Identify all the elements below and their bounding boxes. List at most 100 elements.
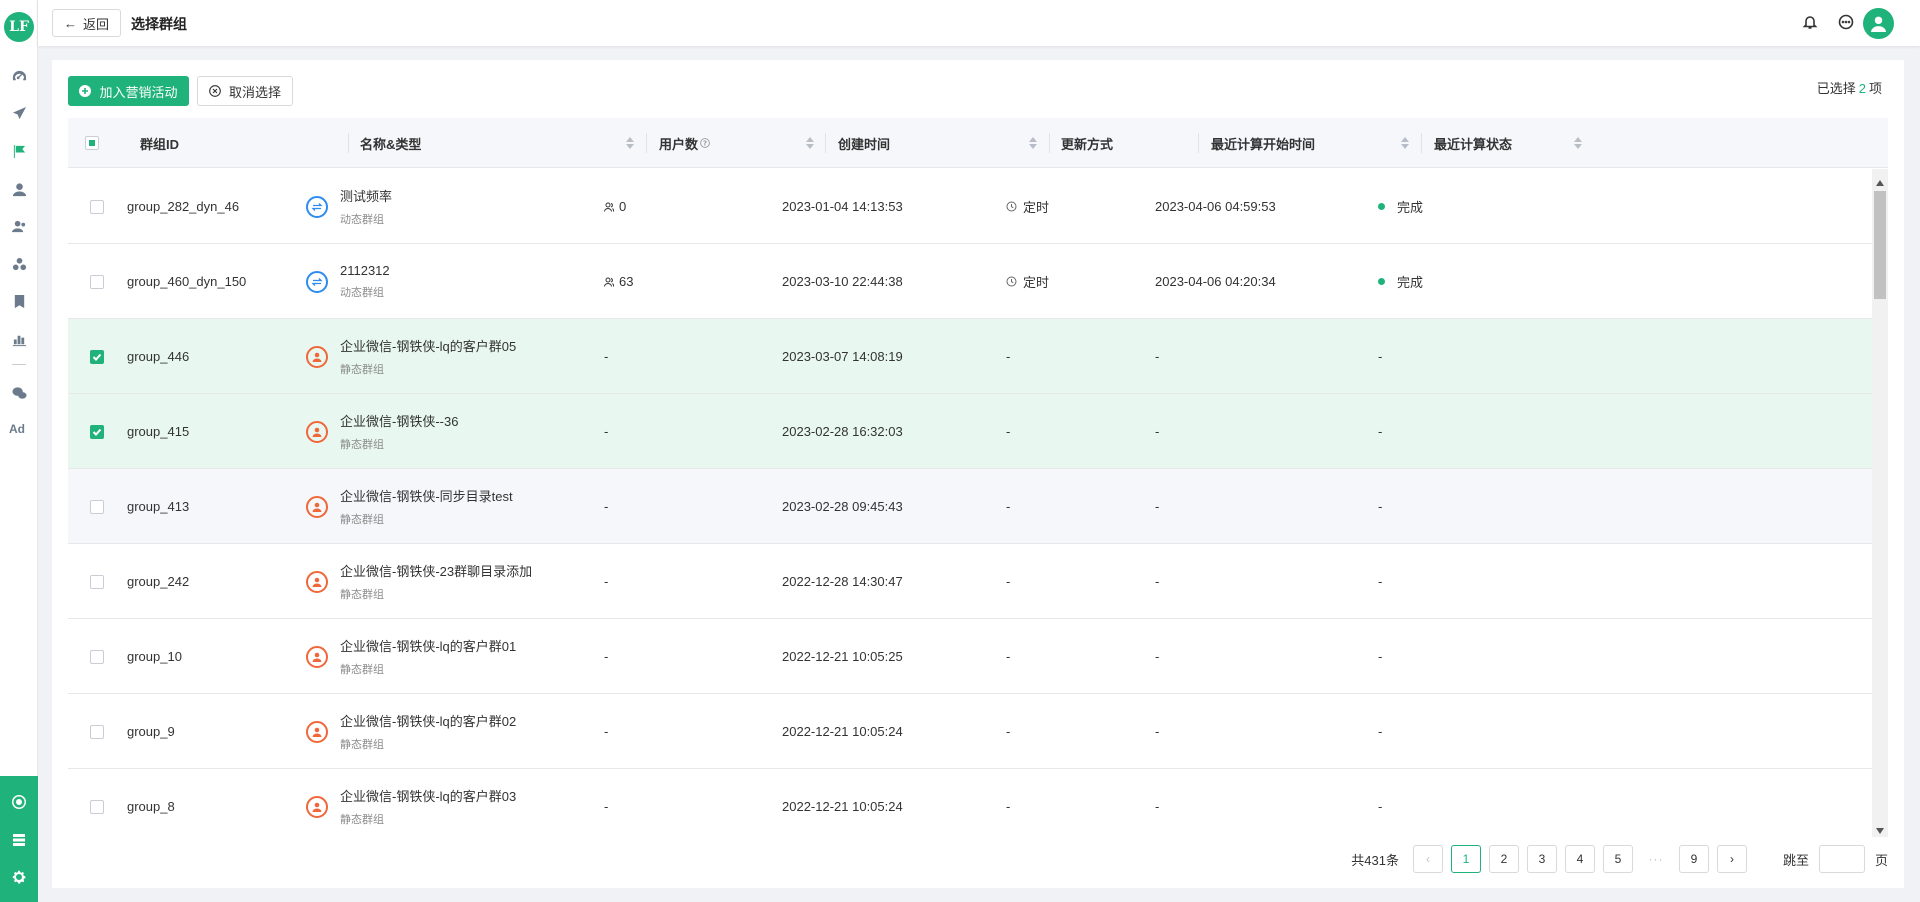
bell-icon[interactable] bbox=[1802, 14, 1820, 32]
settings-icon[interactable] bbox=[10, 868, 28, 886]
table-row[interactable]: group_282_dyn_46 测试频率 动态群组 0 2023-01-04 14:1… bbox=[68, 169, 1872, 244]
scroll-up-arrow[interactable] bbox=[1876, 175, 1884, 186]
row-checkbox[interactable] bbox=[90, 649, 104, 664]
row-checkbox-cell[interactable] bbox=[90, 544, 104, 619]
logo[interactable]: LF bbox=[4, 12, 34, 42]
row-checkbox-cell[interactable] bbox=[90, 694, 104, 769]
page-button[interactable]: 4 bbox=[1564, 845, 1595, 873]
row-checkbox[interactable] bbox=[90, 799, 104, 814]
next-page-button[interactable]: › bbox=[1716, 845, 1747, 873]
row-checkbox-cell[interactable] bbox=[90, 769, 104, 837]
ad-nav-item[interactable]: Ad bbox=[9, 422, 31, 436]
table-scrollbar[interactable] bbox=[1872, 169, 1888, 837]
bookmark-icon[interactable] bbox=[9, 291, 29, 311]
bar-chart-icon[interactable] bbox=[9, 329, 29, 349]
update-mode: - bbox=[1006, 724, 1011, 739]
calc-status: - bbox=[1378, 499, 1383, 514]
static-group-icon bbox=[306, 795, 328, 818]
scroll-down-arrow[interactable] bbox=[1876, 823, 1884, 834]
server-icon[interactable] bbox=[10, 831, 28, 849]
message-icon[interactable] bbox=[1838, 14, 1856, 32]
update-mode-cell: 定时 bbox=[1006, 244, 1049, 319]
last-calc-time: - bbox=[1155, 799, 1160, 814]
page-button[interactable]: 1 bbox=[1450, 845, 1481, 873]
close-circle-icon bbox=[209, 85, 221, 97]
select-all-checkbox[interactable] bbox=[85, 136, 99, 150]
column-header-last-calc[interactable]: 最近计算开始时间 bbox=[1211, 118, 1315, 168]
row-checkbox[interactable] bbox=[90, 724, 104, 739]
page-button[interactable]: 3 bbox=[1526, 845, 1557, 873]
users-header-label: 用户数 bbox=[659, 136, 699, 152]
flag-icon[interactable] bbox=[9, 141, 29, 161]
hub-icon[interactable] bbox=[10, 793, 28, 811]
row-checkbox-cell[interactable] bbox=[90, 169, 104, 244]
row-checkbox-cell[interactable] bbox=[90, 319, 104, 394]
user-count-cell: - bbox=[604, 394, 608, 469]
more-pages[interactable]: ··· bbox=[1640, 845, 1671, 873]
sort-icon[interactable] bbox=[1401, 137, 1409, 149]
dashboard-icon[interactable] bbox=[9, 66, 29, 86]
total-count: 共431条 bbox=[1351, 852, 1399, 868]
row-checkbox[interactable] bbox=[90, 499, 104, 514]
back-button[interactable]: ← 返回 bbox=[52, 9, 121, 37]
row-checkbox[interactable] bbox=[90, 424, 104, 439]
jump-page-input[interactable] bbox=[1818, 845, 1865, 873]
send-icon[interactable] bbox=[9, 103, 29, 123]
group-id: group_446 bbox=[127, 349, 190, 364]
add-to-campaign-button[interactable]: 加入营销活动 bbox=[68, 76, 189, 106]
table-row[interactable]: group_8 企业微信-钢铁侠-lq的客户群03 静态群组 - 2022-12-21 … bbox=[68, 769, 1872, 837]
user-count-cell: - bbox=[604, 694, 608, 769]
cluster-icon[interactable] bbox=[9, 254, 29, 274]
table-row[interactable]: group_242 企业微信-钢铁侠-23群聊目录添加 静态群组 - 2022-12-2… bbox=[68, 544, 1872, 619]
select-all-cell[interactable] bbox=[85, 118, 99, 168]
table-row[interactable]: group_446 企业微信-钢铁侠-lq的客户群05 静态群组 - 2023-03-0… bbox=[68, 319, 1872, 394]
sort-icon[interactable] bbox=[1574, 137, 1582, 149]
row-checkbox-cell[interactable] bbox=[90, 244, 104, 319]
sidebar: LF Ad bbox=[0, 0, 38, 902]
column-header-id: 群组ID bbox=[140, 136, 180, 152]
table-row[interactable]: group_460_dyn_150 2112312 动态群组 63 2023-03-10… bbox=[68, 244, 1872, 319]
table-header: 群组ID 名称&类型 用户数 ? 创建时间 更新方式 最近计算开始时间 最近计算… bbox=[68, 118, 1888, 168]
group-name-cell: 测试频率 动态群组 bbox=[306, 169, 392, 244]
avatar[interactable] bbox=[1863, 8, 1894, 39]
table-row[interactable]: group_413 企业微信-钢铁侠-同步目录test 静态群组 - 2023-02-2… bbox=[68, 469, 1872, 544]
row-checkbox[interactable] bbox=[90, 274, 104, 289]
group-name-cell: 企业微信-钢铁侠-lq的客户群05 静态群组 bbox=[306, 319, 516, 394]
wechat-icon[interactable] bbox=[9, 383, 29, 403]
table-row[interactable]: group_415 企业微信-钢铁侠--36 静态群组 - 2023-02-28 16:… bbox=[68, 394, 1872, 469]
created-time: 2022-12-21 10:05:25 bbox=[782, 649, 903, 664]
user-icon[interactable] bbox=[9, 179, 29, 199]
row-checkbox-cell[interactable] bbox=[90, 619, 104, 694]
row-checkbox[interactable] bbox=[90, 574, 104, 589]
row-checkbox[interactable] bbox=[90, 349, 104, 364]
update-mode: - bbox=[1006, 799, 1011, 814]
prev-page-button[interactable]: ‹ bbox=[1412, 845, 1443, 873]
sort-icon[interactable] bbox=[626, 137, 634, 149]
table-row[interactable]: group_9 企业微信-钢铁侠-lq的客户群02 静态群组 - 2022-12-21 … bbox=[68, 694, 1872, 769]
help-icon[interactable]: ? bbox=[700, 138, 710, 148]
column-header-users[interactable]: 用户数 ? bbox=[659, 118, 710, 168]
group-type: 静态群组 bbox=[340, 814, 384, 826]
group-name: 企业微信-钢铁侠-lq的客户群01 bbox=[340, 639, 517, 654]
sort-icon[interactable] bbox=[1029, 137, 1037, 149]
cancel-selection-button[interactable]: 取消选择 bbox=[197, 76, 293, 106]
row-checkbox-cell[interactable] bbox=[90, 394, 104, 469]
last-page-button[interactable]: 9 bbox=[1678, 845, 1709, 873]
page-button[interactable]: 2 bbox=[1488, 845, 1519, 873]
sort-icon[interactable] bbox=[806, 137, 814, 149]
selected-suffix: 项 bbox=[1868, 81, 1882, 96]
table-row[interactable]: group_10 企业微信-钢铁侠-lq的客户群01 静态群组 - 2022-12-21… bbox=[68, 619, 1872, 694]
user-count: - bbox=[604, 649, 609, 664]
group-name: 企业微信-钢铁侠-lq的客户群03 bbox=[340, 789, 517, 804]
scrollbar-thumb[interactable] bbox=[1874, 191, 1886, 299]
column-header-name[interactable]: 名称&类型 bbox=[360, 118, 421, 168]
group-name-cell: 企业微信-钢铁侠-lq的客户群01 静态群组 bbox=[306, 619, 516, 694]
row-checkbox[interactable] bbox=[90, 199, 104, 214]
column-header-created[interactable]: 创建时间 bbox=[838, 118, 890, 168]
update-mode-cell: - bbox=[1006, 619, 1010, 694]
user-count: - bbox=[604, 799, 609, 814]
users-icon[interactable] bbox=[9, 216, 29, 236]
row-checkbox-cell[interactable] bbox=[90, 469, 104, 544]
page-button[interactable]: 5 bbox=[1602, 845, 1633, 873]
column-header-status[interactable]: 最近计算状态 bbox=[1434, 118, 1512, 168]
